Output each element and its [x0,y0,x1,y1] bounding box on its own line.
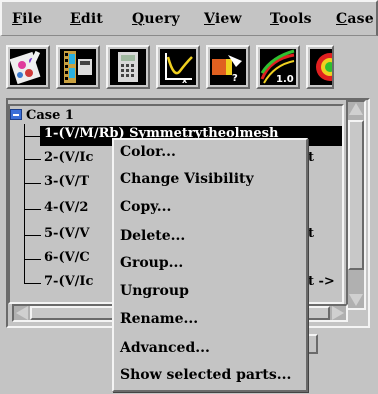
scroll-up-arrow-icon[interactable] [349,103,363,115]
tree-branch [25,136,41,137]
contour-tool-button[interactable]: 1.0 [256,45,300,89]
xy-plot-tool-button[interactable]: x [156,45,200,89]
context-menu: Color... Change Visibility Copy... Delet… [112,138,308,392]
film-strip-icon [60,49,96,85]
sphere-tool-button[interactable] [306,45,334,89]
xy-plot-icon: x [160,49,196,85]
menu-tools[interactable]: Tools [270,11,312,31]
query-probe-icon: ? [210,49,246,85]
menu-view[interactable]: View [204,11,242,31]
tree-branch [25,159,41,160]
scroll-right-arrow-icon[interactable] [332,306,344,320]
menu-item-show-selected-parts[interactable]: Show selected parts... [120,367,291,391]
tree-branch [25,183,41,184]
calculator-icon [110,49,146,85]
scroll-down-arrow-icon[interactable] [349,294,363,306]
scroll-left-arrow-icon[interactable] [16,306,28,320]
tree-part-3[interactable]: 3-(V/T [44,174,89,194]
menu-item-ungroup[interactable]: Ungroup [120,283,189,307]
contour-legend-icon: 1.0 [260,49,296,85]
tree-root-label: Case 1 [26,108,74,123]
tree-part-5[interactable]: 5-(V/V [44,226,90,246]
tree-branch [25,259,41,260]
menu-item-advanced[interactable]: Advanced... [120,340,210,364]
tree-connector [24,124,25,284]
menu-query[interactable]: Query [132,11,180,31]
calculator-tool-button[interactable] [106,45,150,89]
vertical-scroll-thumb[interactable] [348,120,364,270]
svg-text:?: ? [232,73,238,84]
tree-part-2-tail: t [308,150,315,165]
case-folder-icon [10,109,22,120]
menu-edit[interactable]: Edit [70,11,103,31]
menu-item-change-visibility[interactable]: Change Visibility [120,171,254,195]
menu-item-color[interactable]: Color... [120,144,176,168]
contour-value-label: 1.0 [276,74,294,85]
tree-part-6[interactable]: 6-(V/C [44,250,90,270]
tree-branch [25,209,41,210]
toolbar: x ? 1.0 [0,38,378,94]
tree-part-7-tail: t -> [308,274,335,289]
query-tool-button[interactable]: ? [206,45,250,89]
menu-item-group[interactable]: Group... [120,255,183,279]
animation-tool-button[interactable] [56,45,100,89]
tree-branch [25,283,41,284]
tree-root-case[interactable]: Case 1 [10,108,74,123]
svg-text:x: x [182,76,188,85]
menu-bar: File Edit Query View Tools Case [0,0,378,36]
part-colors-icon [10,49,46,85]
menu-case[interactable]: Case [336,11,374,31]
menu-item-copy[interactable]: Copy... [120,199,171,223]
menu-item-delete[interactable]: Delete... [120,228,185,252]
sphere-icon [310,49,332,85]
menu-file[interactable]: File [12,11,42,31]
tree-part-5-tail: t [308,226,315,241]
tree-part-7[interactable]: 7-(V/Ic [44,274,93,294]
tree-branch [25,235,41,236]
tree-part-4[interactable]: 4-(V/2 [44,200,88,220]
menu-item-rename[interactable]: Rename... [120,311,198,335]
tree-part-2[interactable]: 2-(V/Ic [44,150,93,170]
part-colors-tool-button[interactable] [6,45,50,89]
